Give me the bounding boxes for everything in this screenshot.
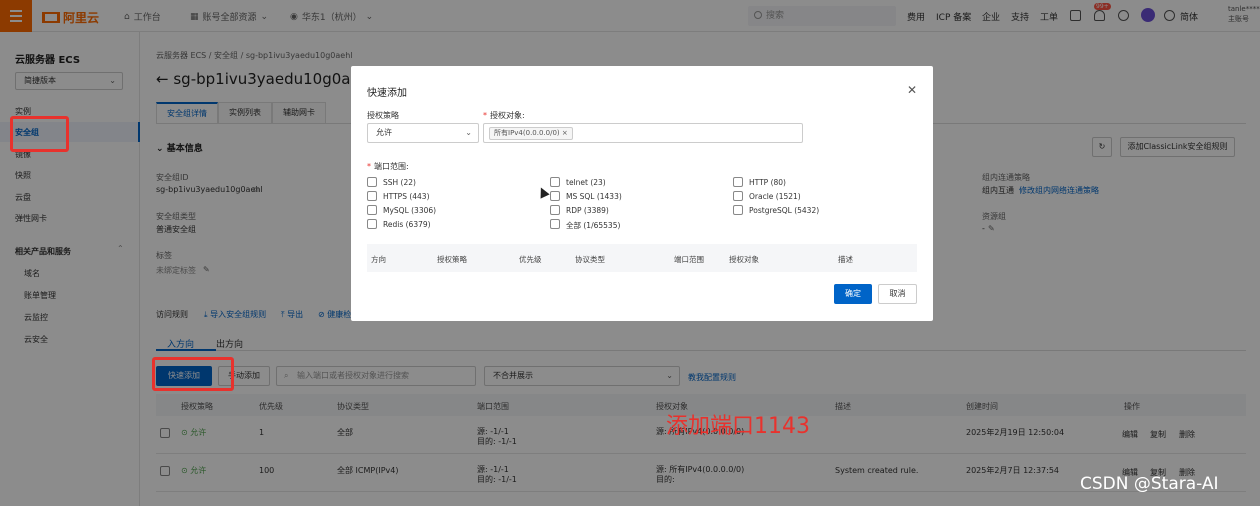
port-label-rdp: RDP (3389)	[566, 206, 609, 215]
port-label-postgresql: PostgreSQL (5432)	[749, 206, 820, 215]
port-checkbox-mssql[interactable]	[550, 191, 560, 201]
tag-close-icon[interactable]: ×	[562, 129, 568, 137]
port-range-label-text: 端口范围:	[374, 162, 409, 171]
pth-policy: 授权策略	[437, 255, 467, 264]
port-checkbox-telnet[interactable]	[550, 177, 560, 187]
port-label-mysql: MySQL (3306)	[383, 206, 437, 215]
pth-desc: 描述	[838, 255, 853, 264]
port-label-telnet: telnet (23)	[566, 178, 606, 187]
required-mark: *	[367, 162, 371, 171]
policy-label: 授权策略	[367, 111, 399, 120]
policy-select[interactable]: 允许 ⌄	[367, 123, 479, 143]
pth-direction: 方向	[371, 255, 386, 264]
port-checkbox-all[interactable]	[550, 219, 560, 229]
port-checkbox-redis[interactable]	[367, 219, 377, 229]
annotation-box-security-group	[10, 116, 69, 152]
port-label-ssh: SSH (22)	[383, 178, 416, 187]
port-checkbox-ssh[interactable]	[367, 177, 377, 187]
target-label-text: 授权对象:	[490, 111, 525, 120]
pth-target: 授权对象	[729, 255, 759, 264]
target-input[interactable]: 所有IPv4(0.0.0.0/0) ×	[483, 123, 803, 143]
policy-value: 允许	[376, 128, 392, 137]
chevron-down-icon: ⌄	[465, 128, 472, 137]
port-checkbox-mysql[interactable]	[367, 205, 377, 215]
port-checkbox-rdp[interactable]	[550, 205, 560, 215]
pth-port: 端口范围	[674, 255, 704, 264]
cancel-button[interactable]: 取消	[878, 284, 917, 304]
target-tag-text: 所有IPv4(0.0.0.0/0)	[494, 129, 560, 137]
port-label-all: 全部 (1/65535)	[566, 221, 621, 230]
port-label-redis: Redis (6379)	[383, 220, 431, 229]
pth-protocol: 协议类型	[575, 255, 605, 264]
target-label: * 授权对象:	[483, 110, 525, 121]
annotation-box-quick-add	[152, 357, 234, 391]
port-checkbox-oracle[interactable]	[733, 191, 743, 201]
annotation-text: 添加端口1143	[666, 414, 810, 439]
dialog-title: 快速添加	[367, 88, 407, 99]
port-checkbox-http[interactable]	[733, 177, 743, 187]
port-label-oracle: Oracle (1521)	[749, 192, 801, 201]
preview-table-header: 方向 授权策略 优先级 协议类型 端口范围 授权对象 描述	[367, 244, 917, 272]
watermark: CSDN @Stara-AI	[1080, 474, 1219, 494]
port-checkbox-https[interactable]	[367, 191, 377, 201]
target-tag: 所有IPv4(0.0.0.0/0) ×	[489, 127, 573, 140]
pth-priority: 优先级	[519, 255, 542, 264]
port-label-https: HTTPS (443)	[383, 192, 430, 201]
quick-add-dialog: 快速添加 ✕ 授权策略 * 授权对象: 允许 ⌄ 所有IPv4(0.0.0.0/0…	[351, 66, 933, 321]
port-label-http: HTTP (80)	[749, 178, 786, 187]
close-icon[interactable]: ✕	[907, 83, 917, 97]
port-range-label: * 端口范围:	[367, 161, 409, 172]
required-mark: *	[483, 111, 487, 120]
port-checkbox-postgresql[interactable]	[733, 205, 743, 215]
confirm-button[interactable]: 确定	[834, 284, 872, 304]
port-label-mssql: MS SQL (1433)	[566, 192, 622, 201]
